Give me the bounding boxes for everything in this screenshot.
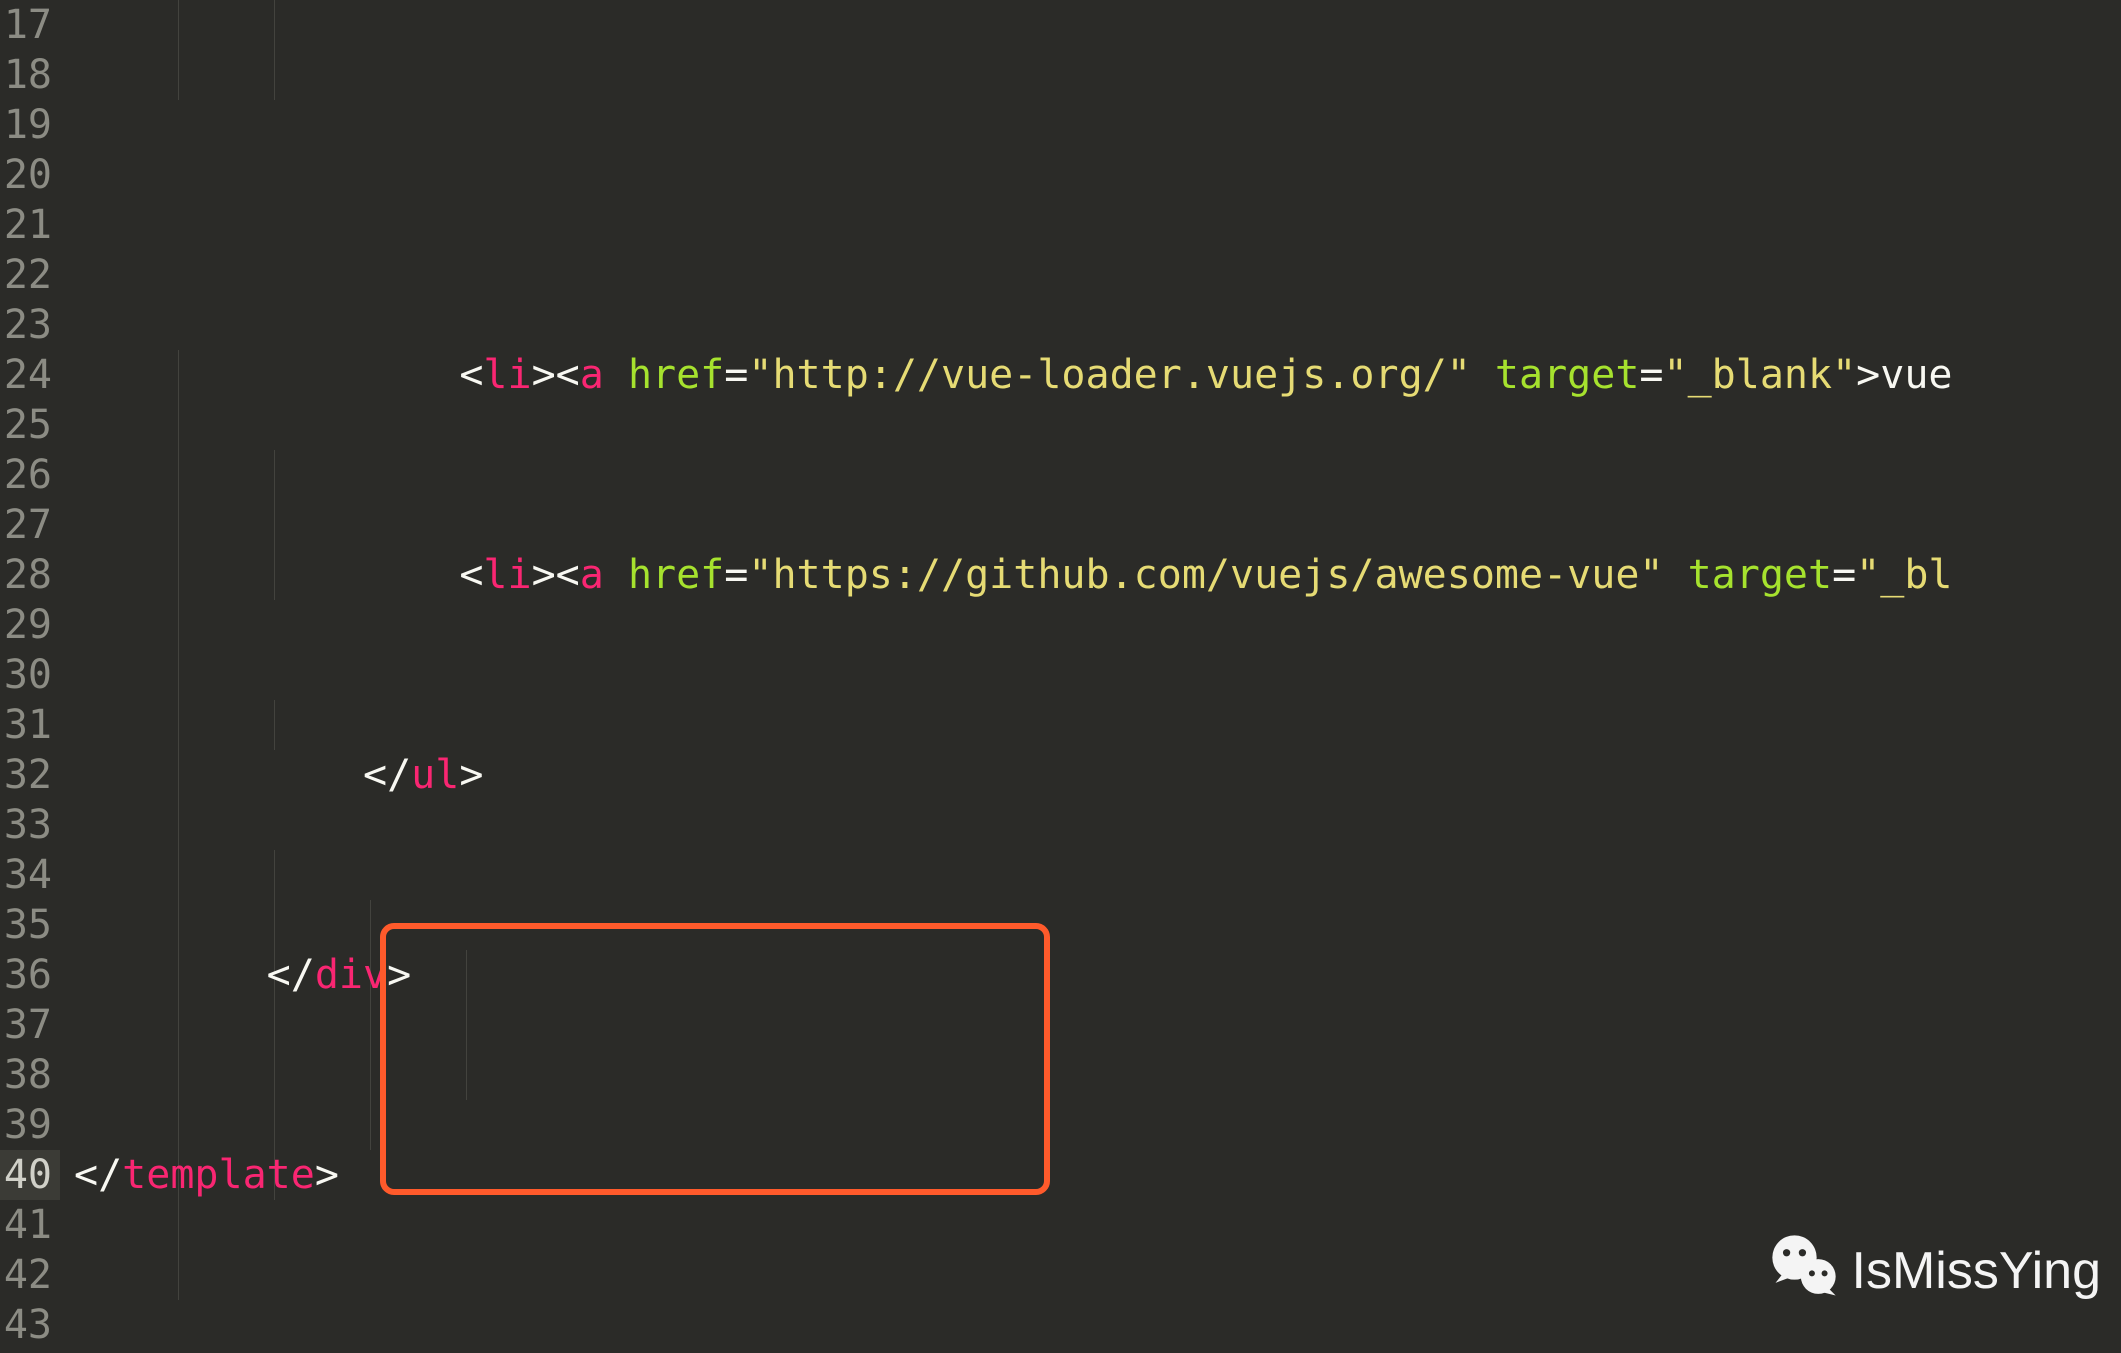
line-number: 41 <box>0 1200 60 1250</box>
line-number: 39 <box>0 1100 60 1150</box>
line-number: 23 <box>0 300 60 350</box>
line-number: 19 <box>0 100 60 150</box>
line-number: 25 <box>0 400 60 450</box>
line-number: 31 <box>0 700 60 750</box>
line-number: 34 <box>0 850 60 900</box>
line-number: 28 <box>0 550 60 600</box>
line-number: 37 <box>0 1000 60 1050</box>
line-number: 42 <box>0 1250 60 1300</box>
line-number: 36 <box>0 950 60 1000</box>
line-number: 21 <box>0 200 60 250</box>
line-number: 33 <box>0 800 60 850</box>
line-number: 38 <box>0 1050 60 1100</box>
line-number: 30 <box>0 650 60 700</box>
code-line[interactable]: </div> <box>74 950 2121 1000</box>
line-number: 35 <box>0 900 60 950</box>
code-line[interactable]: <li><a href="https://github.com/vuejs/aw… <box>74 550 2121 600</box>
line-number: 17 <box>0 0 60 50</box>
line-number: 24 <box>0 350 60 400</box>
code-editor[interactable]: 1718192021222324252627282930313233343536… <box>0 0 2121 1353</box>
line-number: 29 <box>0 600 60 650</box>
code-line[interactable]: <li><a href="http://vue-loader.vuejs.org… <box>74 350 2121 400</box>
line-number-gutter: 1718192021222324252627282930313233343536… <box>0 0 60 1353</box>
code-area[interactable]: <li><a href="http://vue-loader.vuejs.org… <box>60 0 2121 1353</box>
code-line[interactable]: </template> <box>74 1150 2121 1200</box>
code-line[interactable]: </ul> <box>74 750 2121 800</box>
line-number: 27 <box>0 500 60 550</box>
line-number: 40 <box>0 1150 60 1200</box>
line-number: 18 <box>0 50 60 100</box>
line-number: 43 <box>0 1300 60 1350</box>
line-number: 20 <box>0 150 60 200</box>
line-number: 26 <box>0 450 60 500</box>
line-number: 32 <box>0 750 60 800</box>
line-number: 22 <box>0 250 60 300</box>
